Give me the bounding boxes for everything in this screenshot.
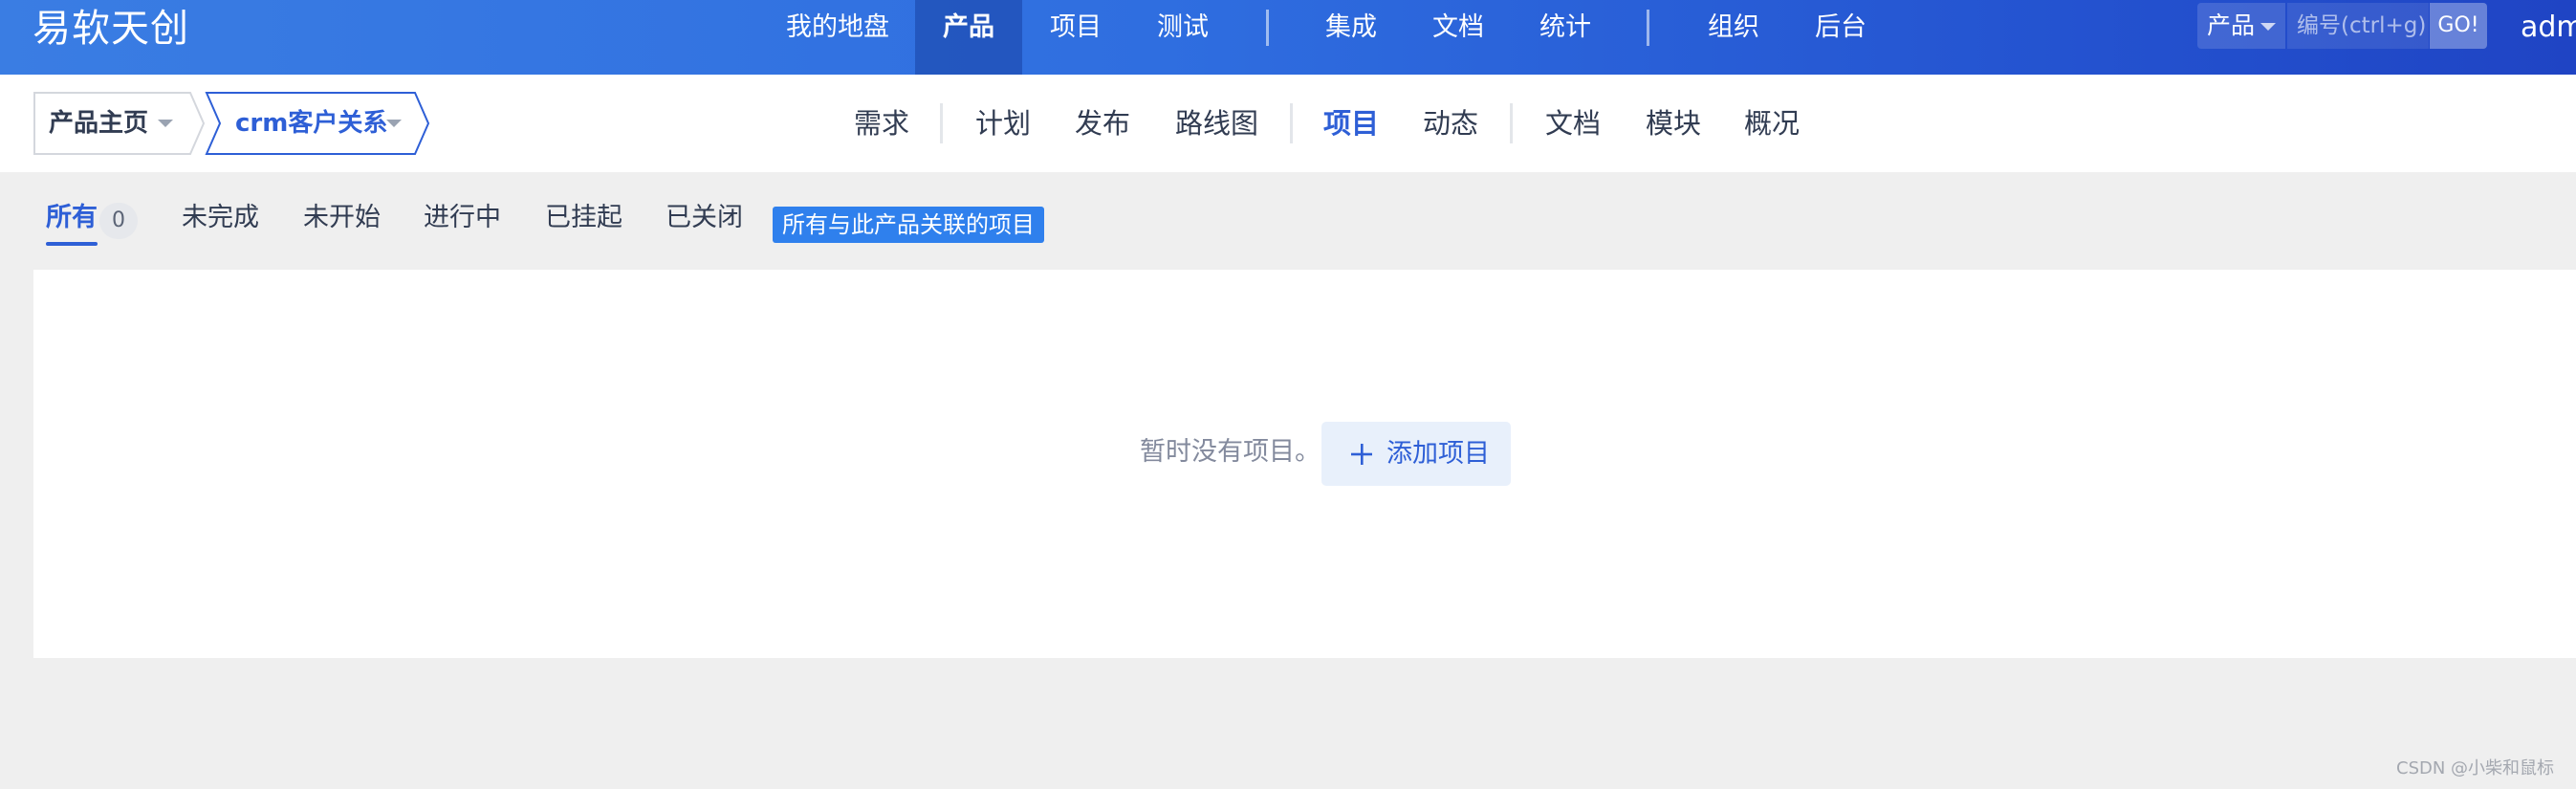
tab-wait[interactable]: 未开始	[303, 197, 381, 239]
breadcrumb-current-label: crm客户关系	[235, 109, 388, 138]
plus-icon	[1351, 444, 1372, 465]
empty-state-message: 暂时没有项目。	[1140, 437, 1321, 467]
breadcrumb-product-home[interactable]: 产品主页	[33, 92, 206, 155]
tab-closed[interactable]: 已关闭	[666, 197, 743, 239]
top-header: 易软天创 我的地盘 产品 项目 测试 集成 文档 统计 组织 后台 产品 GO!…	[0, 0, 2576, 75]
sub-nav-plan[interactable]: 计划	[975, 75, 1031, 172]
nav-item-product[interactable]: 产品	[915, 0, 1022, 75]
sub-nav-doc[interactable]: 文档	[1545, 75, 1601, 172]
nav-item-integration[interactable]: 集成	[1298, 0, 1405, 75]
breadcrumb-current-product[interactable]: crm客户关系	[205, 92, 430, 155]
nav-item-test[interactable]: 测试	[1129, 0, 1236, 75]
caret-down-icon	[386, 120, 402, 127]
go-button[interactable]: GO!	[2430, 3, 2487, 49]
add-project-button[interactable]: 添加项目	[1321, 422, 1511, 486]
nav-item-admin[interactable]: 后台	[1787, 0, 1894, 75]
sub-nav-release[interactable]: 发布	[1075, 75, 1130, 172]
nav-item-stats[interactable]: 统计	[1512, 0, 1619, 75]
caret-down-icon	[2260, 23, 2276, 31]
caret-down-icon	[158, 120, 173, 127]
sub-nav-dynamic[interactable]: 动态	[1423, 75, 1478, 172]
sub-nav-divider	[940, 103, 943, 143]
sub-nav-module[interactable]: 模块	[1646, 75, 1701, 172]
sub-nav-roadmap[interactable]: 路线图	[1175, 75, 1258, 172]
sub-nav-project[interactable]: 项目	[1323, 75, 1379, 172]
sub-nav-overview[interactable]: 概况	[1744, 75, 1800, 172]
breadcrumb-home-label: 产品主页	[49, 109, 149, 138]
brand-logo[interactable]: 易软天创	[33, 4, 189, 54]
tab-undone[interactable]: 未完成	[182, 197, 259, 239]
sub-nav-divider	[1290, 103, 1293, 143]
search-type-select[interactable]: 产品	[2197, 3, 2285, 49]
nav-divider	[1266, 10, 1269, 46]
sub-nav-story[interactable]: 需求	[854, 75, 909, 172]
search-input[interactable]	[2287, 3, 2429, 49]
nav-item-docs[interactable]: 文档	[1405, 0, 1512, 75]
tab-all[interactable]: 所有	[46, 197, 98, 239]
sub-nav-divider	[1510, 103, 1513, 143]
active-tab-indicator	[46, 242, 98, 246]
add-project-label: 添加项目	[1386, 439, 1490, 469]
user-menu[interactable]: adm	[2521, 4, 2576, 52]
search-type-label: 产品	[2207, 11, 2256, 39]
tab-suspended[interactable]: 已挂起	[545, 197, 622, 239]
nav-item-my-dashboard[interactable]: 我的地盘	[771, 0, 905, 75]
nav-divider	[1647, 10, 1649, 46]
nav-item-org[interactable]: 组织	[1680, 0, 1787, 75]
tab-doing[interactable]: 进行中	[424, 197, 501, 239]
nav-item-project[interactable]: 项目	[1022, 0, 1129, 75]
count-badge: 0	[99, 203, 138, 239]
watermark: CSDN @小柴和鼠标	[2396, 758, 2555, 778]
filter-label-tag: 所有与此产品关联的项目	[773, 207, 1044, 243]
